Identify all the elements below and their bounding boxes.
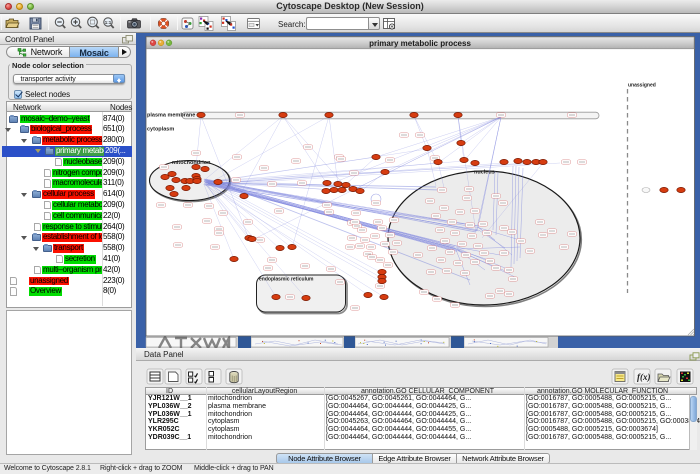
svg-text:cytoplasm: cytoplasm <box>147 127 174 133</box>
svg-text:primary metabolic process: primary metabolic process <box>369 39 471 48</box>
svg-text:plasma membrane: plasma membrane <box>147 113 195 119</box>
svg-text:endoplasmic reticulum: endoplasmic reticulum <box>259 277 314 283</box>
svg-text:1:1: 1:1 <box>105 20 112 25</box>
svg-text:nucleus: nucleus <box>474 170 495 176</box>
svg-text:unassigned: unassigned <box>628 83 656 89</box>
svg-text:mitochondrion: mitochondrion <box>172 160 211 166</box>
svg-text:f(x): f(x) <box>637 372 651 382</box>
